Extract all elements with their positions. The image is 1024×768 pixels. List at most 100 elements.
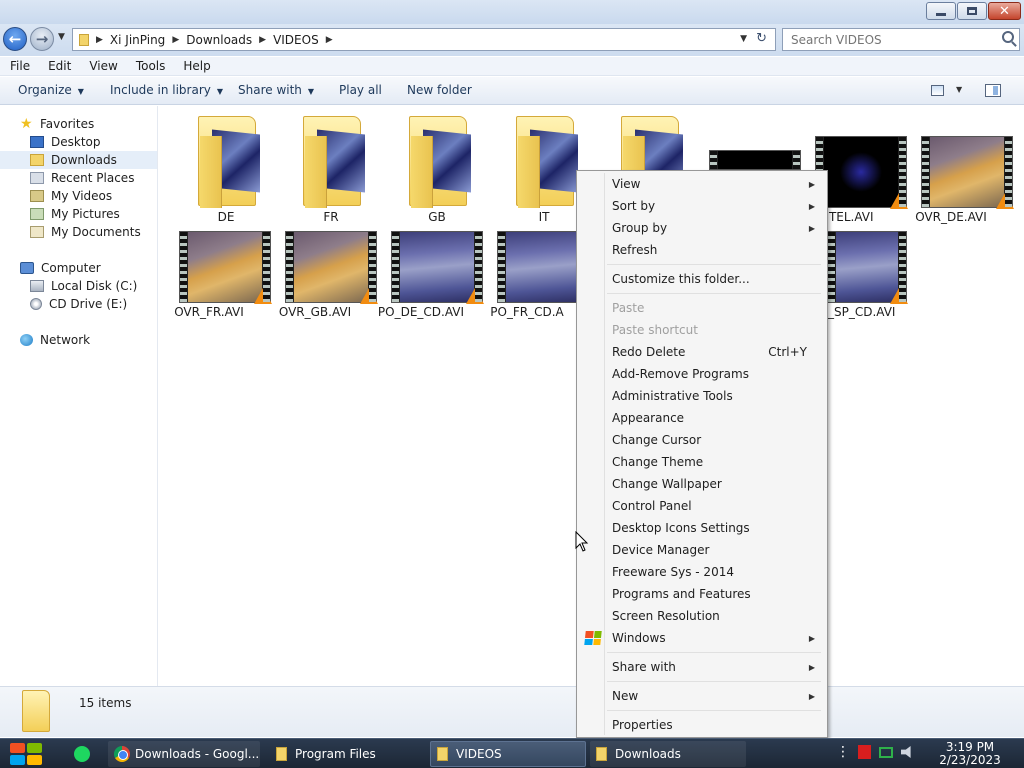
- change-view-icon[interactable]: [931, 85, 944, 96]
- clock[interactable]: 3:19 PM 2/23/2023: [930, 741, 1010, 767]
- menu-item-appearance[interactable]: Appearance: [579, 407, 825, 429]
- nav-network[interactable]: Network: [0, 331, 157, 349]
- menu-view[interactable]: View: [79, 59, 125, 73]
- chevron-right-icon[interactable]: ▶: [326, 35, 333, 45]
- folder-item[interactable]: GB: [387, 106, 487, 224]
- taskbar-downloads[interactable]: Downloads: [590, 741, 746, 767]
- video-item[interactable]: OVR_GB.AVI: [265, 202, 378, 319]
- address-bar[interactable]: ▶ Xi JinPing ▶ Downloads ▶ VIDEOS ▶ ▼ ↻: [72, 28, 776, 51]
- action-center-flag-icon[interactable]: [858, 745, 871, 759]
- nav-label: Computer: [41, 261, 101, 275]
- search-icon[interactable]: [1002, 31, 1014, 43]
- menu-item-programs-and-features[interactable]: Programs and Features: [579, 583, 825, 605]
- taskbar-label: Downloads - Googl...: [135, 747, 260, 761]
- folder-item[interactable]: FR: [281, 106, 381, 224]
- menu-item-administrative-tools[interactable]: Administrative Tools: [579, 385, 825, 407]
- menu-item-change-cursor[interactable]: Change Cursor: [579, 429, 825, 451]
- play-all-button[interactable]: Play all: [339, 83, 382, 97]
- preview-pane-icon[interactable]: [985, 84, 1001, 97]
- menu-separator: [607, 293, 821, 294]
- chevron-right-icon[interactable]: ▶: [259, 35, 266, 45]
- menu-item-device-manager[interactable]: Device Manager: [579, 539, 825, 561]
- close-button[interactable]: ✕: [988, 2, 1021, 20]
- menu-item-windows[interactable]: Windows ▶: [579, 627, 825, 649]
- nav-favorites[interactable]: ★ Favorites: [0, 115, 157, 133]
- nav-downloads[interactable]: Downloads: [0, 151, 157, 169]
- maximize-button[interactable]: [957, 2, 987, 20]
- windows-logo-icon: [584, 631, 602, 645]
- volume-icon[interactable]: [901, 746, 911, 758]
- menu-item-redo-delete[interactable]: Redo Delete Ctrl+Y: [579, 341, 825, 363]
- breadcrumb-videos[interactable]: VIDEOS: [273, 33, 319, 47]
- organize-button[interactable]: Organize ▼: [18, 83, 84, 97]
- menu-item-desktop-icons-settings[interactable]: Desktop Icons Settings: [579, 517, 825, 539]
- video-item[interactable]: PO_DE_CD.AVI: [371, 202, 484, 319]
- new-folder-button[interactable]: New folder: [407, 83, 472, 97]
- address-dropdown-icon[interactable]: ▼: [740, 34, 747, 44]
- refresh-icon[interactable]: ↻: [756, 31, 767, 46]
- arrow-left-icon: ←: [8, 30, 22, 48]
- menu-item-customize-folder[interactable]: Customize this folder...: [579, 268, 825, 290]
- menu-label: Share with: [612, 660, 676, 674]
- nav-local-disk[interactable]: Local Disk (C:): [0, 277, 157, 295]
- menu-item-view[interactable]: View ▶: [579, 173, 825, 195]
- chevron-right-icon: ▶: [808, 633, 815, 643]
- breadcrumb-downloads[interactable]: Downloads: [186, 33, 252, 47]
- video-item[interactable]: OVR_DE.AVI: [901, 106, 1014, 224]
- network-monitor-icon[interactable]: [879, 746, 893, 758]
- video-thumbnail: [391, 231, 484, 304]
- video-thumbnail: [827, 231, 908, 304]
- menu-tools[interactable]: Tools: [126, 59, 174, 73]
- forward-button[interactable]: →: [30, 27, 54, 51]
- include-in-library-button[interactable]: Include in library ▼: [110, 83, 223, 97]
- back-button[interactable]: ←: [3, 27, 27, 51]
- video-item[interactable]: PO_FR_CD.A: [477, 202, 589, 319]
- menu-item-share-with[interactable]: Share with ▶: [579, 656, 825, 678]
- recent-pages-dropdown[interactable]: ▼: [58, 32, 65, 42]
- menu-item-change-theme[interactable]: Change Theme: [579, 451, 825, 473]
- nav-recent-places[interactable]: Recent Places: [0, 169, 157, 187]
- nav-label: CD Drive (E:): [49, 297, 128, 311]
- pinned-app-icon[interactable]: [74, 746, 90, 762]
- chevron-right-icon[interactable]: ▶: [172, 35, 179, 45]
- taskbar-chrome[interactable]: Downloads - Googl...: [108, 741, 260, 767]
- nav-computer[interactable]: Computer: [0, 259, 157, 277]
- search-input[interactable]: [783, 29, 983, 50]
- menu-item-sort-by[interactable]: Sort by ▶: [579, 195, 825, 217]
- taskbar-videos[interactable]: VIDEOS: [430, 741, 586, 767]
- folder-item[interactable]: DE: [176, 106, 276, 224]
- nav-my-pictures[interactable]: My Pictures: [0, 205, 157, 223]
- menu-help[interactable]: Help: [173, 59, 218, 73]
- share-with-button[interactable]: Share with ▼: [238, 83, 314, 97]
- minimize-button[interactable]: [926, 2, 956, 20]
- menu-item-properties[interactable]: Properties: [579, 714, 825, 736]
- nav-my-documents[interactable]: My Documents: [0, 223, 157, 241]
- menu-item-freeware-sys[interactable]: Freeware Sys - 2014: [579, 561, 825, 583]
- nav-label: Local Disk (C:): [51, 279, 138, 293]
- menu-item-new[interactable]: New ▶: [579, 685, 825, 707]
- nav-desktop[interactable]: Desktop: [0, 133, 157, 151]
- chevron-down-icon[interactable]: ▼: [956, 85, 962, 94]
- chevron-right-icon[interactable]: ▶: [96, 35, 103, 45]
- tray-overflow-icon[interactable]: ⋮: [836, 745, 850, 759]
- menu-item-refresh[interactable]: Refresh: [579, 239, 825, 261]
- nav-my-videos[interactable]: My Videos: [0, 187, 157, 205]
- chevron-down-icon: ▼: [77, 87, 84, 96]
- nav-label: Desktop: [51, 135, 101, 149]
- search-box[interactable]: [782, 28, 1020, 51]
- menu-item-change-wallpaper[interactable]: Change Wallpaper: [579, 473, 825, 495]
- menu-separator: [607, 264, 821, 265]
- taskbar-program-files[interactable]: Program Files: [270, 741, 422, 767]
- menu-item-group-by[interactable]: Group by ▶: [579, 217, 825, 239]
- file-name: OVR_GB.AVI: [278, 305, 352, 319]
- menu-edit[interactable]: Edit: [38, 59, 79, 73]
- video-item[interactable]: OVR_FR.AVI: [159, 202, 272, 319]
- menu-item-control-panel[interactable]: Control Panel: [579, 495, 825, 517]
- start-button[interactable]: [8, 741, 44, 767]
- breadcrumb-xi-jinping[interactable]: Xi JinPing: [110, 33, 165, 47]
- menu-item-screen-resolution[interactable]: Screen Resolution: [579, 605, 825, 627]
- menu-item-add-remove-programs[interactable]: Add-Remove Programs: [579, 363, 825, 385]
- menu-file[interactable]: File: [0, 59, 38, 73]
- nav-cd-drive[interactable]: CD Drive (E:): [0, 295, 157, 313]
- menu-label: Sort by: [612, 199, 656, 213]
